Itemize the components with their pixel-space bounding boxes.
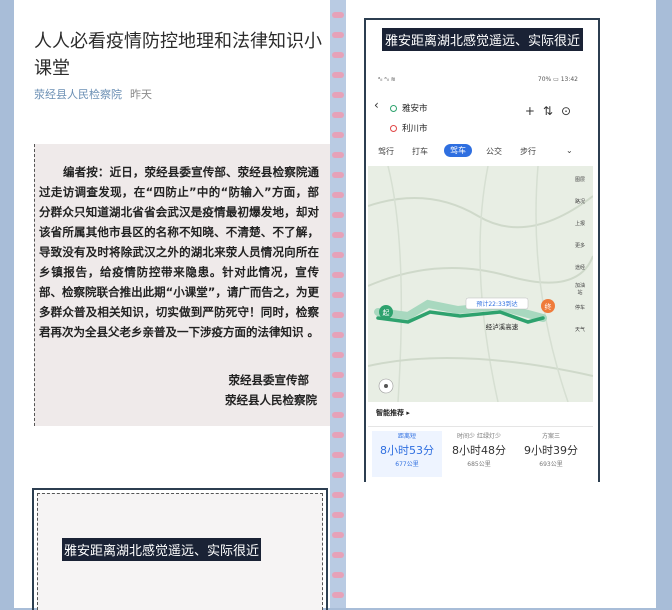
binder-ring [332,432,344,438]
binder-ring [332,152,344,158]
map-caption: 雅安距离湖北感觉遥远、实际很近 [382,28,584,51]
binder-ring [332,272,344,278]
binder-ring [332,412,344,418]
expand-chevron-icon[interactable]: ⌄ [566,146,573,155]
phone-status-bar: ᵃᵢₗ ᵃᵢₗ ≋ 70% ▭ 13:42 [378,76,578,83]
article-source[interactable]: 荥经县人民检察院 [34,88,122,101]
binder-ring [332,452,344,458]
end-marker-label: 终 [545,302,552,311]
destination-field[interactable]: 利川市 [390,122,428,134]
plan-duration: 9小时39分 [524,444,578,457]
binder-ring [332,492,344,498]
binder-ring [332,72,344,78]
image-card: 雅安距离湖北感觉遥远、实际很近 [32,488,328,610]
plan-label: 时间少 红绿灯少 [457,433,501,440]
editor-note: 编者按：近日，荥经县委宣传部、荥经县检察院通过走访调查发现，在“四防止”中的“防… [34,144,333,426]
editor-note-body: 编者按：近日，荥经县委宣传部、荥经县检察院通过走访调查发现，在“四防止”中的“防… [39,165,320,339]
binder-ring [332,352,344,358]
notebook-spine [330,0,346,608]
binder-ring [332,132,344,138]
binder-ring [332,92,344,98]
origin-field[interactable]: 雅安市 [390,102,428,114]
binder-ring [332,472,344,478]
add-stop-icon[interactable]: + [525,104,543,118]
tab-drive[interactable]: 驾车 [444,144,472,157]
signature-propaganda-dept: 荥经县委宣传部 [228,373,310,387]
binder-ring [332,112,344,118]
binder-ring [332,12,344,18]
binder-ring [332,232,344,238]
destination-text: 利川市 [402,124,428,134]
traffic-icon[interactable]: 路况 [573,198,587,205]
gas-station-icon[interactable]: 加油站 [573,282,587,296]
travel-mode-tabs: 驾行 打车 驾车 公交 步行 ⌄ [368,142,593,160]
binder-ring [332,372,344,378]
binder-ring [332,192,344,198]
binder-ring [332,532,344,538]
map-screenshot: ᵃᵢₗ ᵃᵢₗ ≋ 70% ▭ 13:42 ‹ 雅安市 利川市 +⇅⊙ 驾行 打… [368,70,593,477]
tab-ride[interactable]: 驾行 [378,146,394,157]
tab-transit[interactable]: 公交 [486,146,502,157]
plan-distance: 685公里 [467,461,491,468]
more-icon[interactable]: ⊙ [561,104,579,118]
plan-distance: 693公里 [539,461,563,468]
plan-label: 方案三 [541,433,560,440]
binder-ring [332,52,344,58]
weather-icon[interactable]: 天气 [573,326,587,333]
binder-ring [332,332,344,338]
map-view[interactable]: 起 终 预计22:33到达 经泸溪高速 图层 路况 上报 更多 途经 加油站 停… [368,166,593,402]
tab-walk[interactable]: 步行 [520,146,536,157]
article-title: 人人必看疫情防控地理和法律知识小课堂 [34,31,322,79]
binder-ring [332,312,344,318]
plan-label: 距离短 [397,433,416,440]
eta-label: 预计22:33到达 [476,300,517,308]
binder-ring [332,292,344,298]
binder-ring [332,592,344,598]
waypoint-icon[interactable]: 途经 [573,264,587,271]
tab-taxi[interactable]: 打车 [412,146,428,157]
binder-ring [332,512,344,518]
route-inputs: ‹ 雅安市 利川市 +⇅⊙ [368,94,593,138]
binder-ring [332,572,344,578]
layers-icon[interactable]: 图层 [573,176,587,183]
signal-icon: ᵃᵢₗ ᵃᵢₗ ≋ [378,76,396,83]
binder-ring [332,252,344,258]
binder-ring [332,172,344,178]
article-panel: 人人必看疫情防控地理和法律知识小课堂 荥经县人民检察院 昨天 编者按：近日，荥经县… [14,0,333,610]
battery-time: 70% ▭ 13:42 [537,76,578,83]
route-plan[interactable]: 距离短 8小时53分 677公里 [372,431,442,477]
route-actions: +⇅⊙ [525,104,579,118]
more-tools-icon[interactable]: 更多 [573,242,587,249]
start-marker-label: 起 [383,309,390,317]
origin-text: 雅安市 [402,104,428,114]
origin-dot-icon [390,105,397,112]
signature-procuratorate: 荥经县人民检察院 [225,393,317,407]
plan-duration: 8小时53分 [380,444,434,457]
article-time: 昨天 [130,88,152,101]
route-plan[interactable]: 方案三 9小时39分 693公里 [516,431,586,468]
report-icon[interactable]: 上报 [573,220,587,227]
map-canvas: 起 终 预计22:33到达 经泸溪高速 [368,166,593,402]
map-panel: 雅安距离湖北感觉遥远、实际很近 ᵃᵢₗ ᵃᵢₗ ≋ 70% ▭ 13:42 ‹ … [346,0,656,608]
binder-ring [332,392,344,398]
smart-recommend-button[interactable]: 智能推荐 ▸ [376,408,410,418]
via-label: 经泸溪高速 [486,322,519,331]
plan-duration: 8小时48分 [452,444,506,457]
binder-ring [332,212,344,218]
binder-ring [332,552,344,558]
route-plans: 距离短 8小时53分 677公里 时间少 红绿灯少 8小时48分 685公里 方… [368,426,593,477]
route-plan[interactable]: 时间少 红绿灯少 8小时48分 685公里 [444,431,514,468]
article-meta: 荥经县人民检察院 昨天 [34,86,152,102]
swap-icon[interactable]: ⇅ [543,104,561,118]
destination-dot-icon [390,125,397,132]
binder-ring [332,32,344,38]
image-card-caption: 雅安距离湖北感觉遥远、实际很近 [62,538,262,561]
parking-icon[interactable]: 停车 [573,304,587,311]
plan-distance: 677公里 [395,461,419,468]
back-arrow-icon[interactable]: ‹ [374,98,379,112]
image-card-inner: 雅安距离湖北感觉遥远、实际很近 [37,493,323,610]
